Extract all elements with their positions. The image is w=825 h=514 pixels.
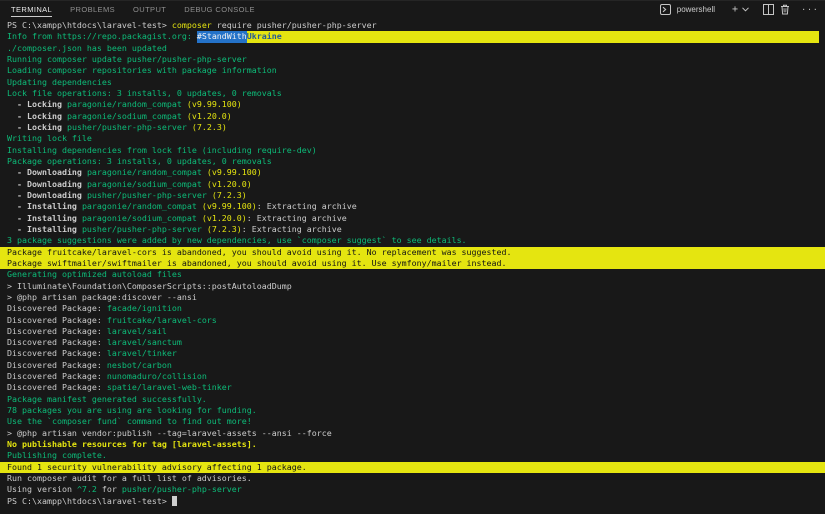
more-actions-icon[interactable]: ··· [803,3,817,17]
terminal-line: Discovered Package: facade/ignition [7,303,819,314]
shell-name: powershell [677,5,715,14]
terminal-line: - Installing paragonie/sodium_compat (v1… [7,213,819,224]
terminal-line: Discovered Package: laravel/sail [7,326,819,337]
terminal-line: - Locking pusher/pusher-php-server (7.2.… [7,122,819,133]
terminal-line: PS C:\xampp\htdocs\laravel-test> compose… [7,20,819,31]
terminal-prompt-icon [659,3,673,17]
terminal-line: Discovered Package: fruitcake/laravel-co… [7,315,819,326]
terminal-line: Package fruitcake/laravel-cors is abando… [0,247,825,258]
terminal-toolbar: powershell + ··· [659,3,817,17]
terminal-output[interactable]: PS C:\xampp\htdocs\laravel-test> compose… [0,18,825,507]
terminal-line: > Illuminate\Foundation\ComposerScripts:… [7,281,819,292]
terminal-line: Discovered Package: nesbot/carbon [7,360,819,371]
terminal-line: - Downloading paragonie/random_compat (v… [7,167,819,178]
terminal-line: Package operations: 3 installs, 0 update… [7,156,819,167]
chevron-down-icon[interactable] [741,3,750,17]
split-terminal-icon[interactable] [761,3,775,17]
terminal-line: Info from https://repo.packagist.org: #S… [7,31,819,42]
terminal-line: Package manifest generated successfully. [7,394,819,405]
terminal-line: - Downloading pusher/pusher-php-server (… [7,190,819,201]
terminal-line: Package swiftmailer/swiftmailer is aband… [0,258,825,269]
tab-problems[interactable]: PROBLEMS [70,2,115,17]
terminal-line: > @php artisan package:discover --ansi [7,292,819,303]
terminal-line: Use the `composer fund` command to find … [7,416,819,427]
terminal-line: - Installing pusher/pusher-php-server (7… [7,224,819,235]
terminal-line: - Installing paragonie/random_compat (v9… [7,201,819,212]
highlight-fill [282,31,819,42]
terminal-line: Updating dependencies [7,77,819,88]
terminal-line: > @php artisan vendor:publish --tag=lara… [7,428,819,439]
highlight-fill [307,462,819,473]
kill-terminal-trash-icon[interactable] [778,3,792,17]
terminal-line: - Locking paragonie/sodium_compat (v1.20… [7,111,819,122]
tab-output[interactable]: OUTPUT [133,2,166,17]
terminal-line: PS C:\xampp\htdocs\laravel-test> [7,496,819,507]
terminal-line: Discovered Package: spatie/laravel-web-t… [7,383,819,394]
terminal-line: Discovered Package: laravel/tinker [7,349,819,360]
terminal-line: Discovered Package: laravel/sanctum [7,337,819,348]
terminal-line: Running composer update pusher/pusher-ph… [7,54,819,65]
terminal-line: Loading composer repositories with packa… [7,65,819,76]
terminal-line: Found 1 security vulnerability advisory … [0,462,825,473]
terminal-line: Lock file operations: 3 installs, 0 upda… [7,88,819,99]
panel-header: TERMINAL PROBLEMS OUTPUT DEBUG CONSOLE p… [0,0,825,18]
new-terminal-icon[interactable]: + [728,3,742,17]
shell-selector[interactable]: powershell [659,3,715,17]
terminal-line: Publishing complete. [7,450,819,461]
terminal-line: Run composer audit for a full list of ad… [7,473,819,484]
terminal-line: Discovered Package: nunomaduro/collision [7,371,819,382]
tab-debug-console[interactable]: DEBUG CONSOLE [184,2,255,17]
terminal-line: - Downloading paragonie/sodium_compat (v… [7,179,819,190]
terminal-line: ./composer.json has been updated [7,43,819,54]
tab-terminal[interactable]: TERMINAL [11,2,52,17]
terminal-line: Generating optimized autoload files [7,269,819,280]
terminal-line: Writing lock file [7,133,819,144]
terminal-line: Installing dependencies from lock file (… [7,145,819,156]
terminal-line: - Locking paragonie/random_compat (v9.99… [7,99,819,110]
terminal-line: 3 package suggestions were added by new … [7,235,819,246]
terminal-line: 78 packages you are using are looking fo… [7,405,819,416]
terminal-line: No publishable resources for tag [larave… [7,439,819,450]
terminal-line: Using version ^7.2 for pusher/pusher-php… [7,484,819,495]
terminal-cursor [172,496,177,506]
